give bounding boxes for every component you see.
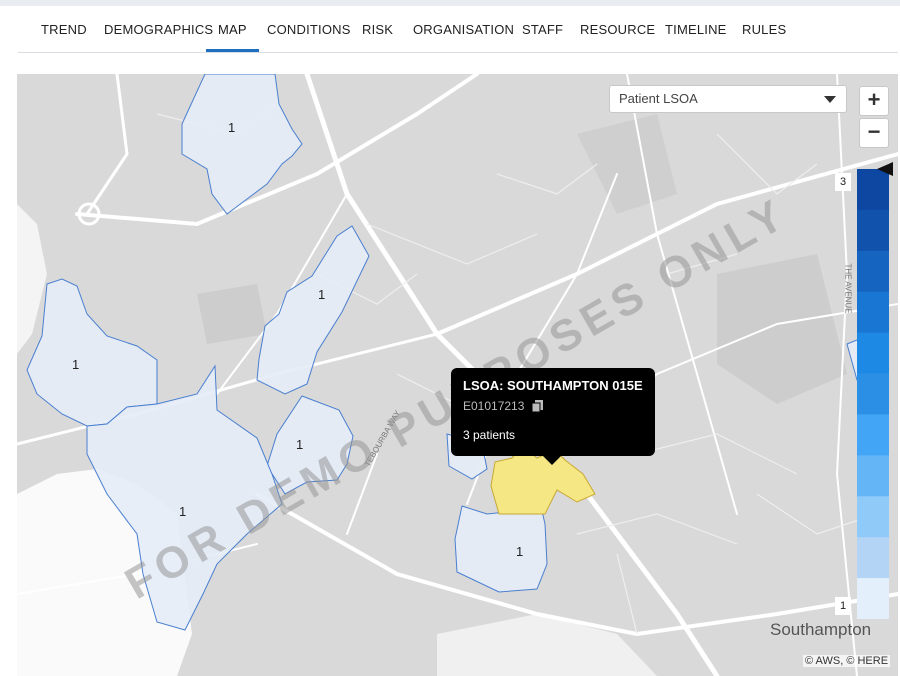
tab-bar: TREND DEMOGRAPHICS MAP CONDITIONS RISK O… — [18, 10, 898, 53]
area-count: 1 — [318, 287, 326, 302]
legend-step — [857, 414, 889, 456]
place-label: Southampton — [770, 620, 872, 639]
tab-demographics[interactable]: DEMOGRAPHICS — [104, 10, 213, 52]
area-count: 1 — [516, 544, 524, 559]
legend-step — [857, 209, 889, 252]
tooltip-title: LSOA: SOUTHAMPTON 015E — [463, 378, 643, 393]
tab-map[interactable]: MAP — [206, 10, 259, 52]
legend-step — [857, 250, 889, 293]
copy-icon[interactable] — [531, 399, 545, 413]
legend-color-bar — [857, 169, 889, 619]
legend-step — [857, 496, 889, 538]
area-count: 1 — [72, 357, 80, 372]
area-count: 1 — [179, 504, 187, 519]
map-attribution: © AWS, © HERE — [803, 655, 891, 667]
tab-trend[interactable]: TREND — [41, 10, 87, 52]
map-canvas[interactable]: TEBOURBA WAY THE AVENUE FOR DEMO PURPOSE… — [17, 74, 898, 676]
lsoa-tooltip: LSOA: SOUTHAMPTON 015E E01017213 3 patie… — [451, 368, 655, 465]
tooltip-code: E01017213 — [463, 399, 525, 413]
legend-step — [857, 537, 889, 579]
top-strip — [0, 0, 900, 6]
lsoa-area-1 — [181, 74, 303, 215]
legend-step — [857, 455, 889, 497]
area-count: 1 — [296, 437, 304, 452]
tab-resource[interactable]: RESOURCE — [580, 10, 655, 52]
zoom-in-button[interactable]: + — [859, 86, 889, 116]
legend-max-label: 3 — [835, 173, 851, 191]
tab-timeline[interactable]: TIMELINE — [665, 10, 727, 52]
legend-step — [857, 291, 889, 334]
legend-step — [857, 373, 889, 415]
zoom-out-button[interactable]: − — [859, 118, 889, 148]
area-count: 1 — [228, 120, 236, 135]
tab-organisation[interactable]: ORGANISATION — [413, 10, 514, 52]
legend-min-label: 1 — [835, 597, 851, 615]
chevron-down-icon — [824, 96, 836, 103]
legend-pointer-icon — [877, 162, 893, 176]
legend-step — [857, 332, 889, 375]
tab-rules[interactable]: RULES — [742, 10, 786, 52]
legend-step — [857, 578, 889, 619]
layer-select-value: Patient LSOA — [619, 91, 698, 106]
tab-staff[interactable]: STAFF — [522, 10, 563, 52]
road-label-avenue: THE AVENUE — [843, 263, 853, 314]
tab-risk[interactable]: RISK — [362, 10, 393, 52]
tab-conditions[interactable]: CONDITIONS — [267, 10, 351, 52]
tooltip-patients: 3 patients — [463, 428, 516, 442]
lsoa-area-3 — [26, 278, 158, 427]
tooltip-pointer — [543, 456, 561, 465]
layer-select[interactable]: Patient LSOA — [609, 85, 847, 113]
